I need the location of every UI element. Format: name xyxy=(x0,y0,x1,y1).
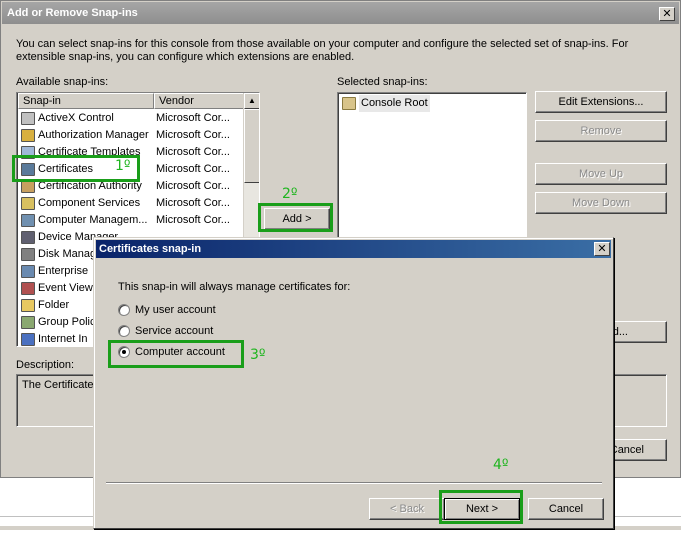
list-item[interactable]: Component Services Microsoft Cor... xyxy=(17,195,241,212)
snapin-name: Disk Manag xyxy=(38,248,97,260)
computer-management-icon xyxy=(21,214,35,227)
description-label: Description: xyxy=(16,359,75,371)
highlight-computer-account xyxy=(108,340,244,368)
window-title: Add or Remove Snap-ins xyxy=(2,2,679,24)
back-button[interactable]: < Back xyxy=(369,498,445,520)
snapin-vendor: Microsoft Cor... xyxy=(156,129,230,141)
list-item[interactable]: Computer Managem... Microsoft Cor... xyxy=(17,212,241,229)
list-item[interactable]: ActiveX Control Microsoft Cor... xyxy=(17,110,241,127)
list-item[interactable]: Authorization Manager Microsoft Cor... xyxy=(17,127,241,144)
selected-snapins-label: Selected snap-ins: xyxy=(337,76,428,88)
intro-text-line1: You can select snap-ins for this console… xyxy=(16,38,629,50)
snapin-name: Internet In xyxy=(38,333,88,345)
authorization-icon xyxy=(21,129,35,142)
column-header-vendor[interactable]: Vendor xyxy=(154,93,244,109)
snapin-vendor: Microsoft Cor... xyxy=(156,180,230,192)
selected-item-console-root[interactable]: Console Root xyxy=(338,95,524,112)
snapin-vendor: Microsoft Cor... xyxy=(156,112,230,124)
move-down-button[interactable]: Move Down xyxy=(535,192,667,214)
dialog-title: Certificates snap-in xyxy=(96,240,611,258)
dialog-prompt: This snap-in will always manage certific… xyxy=(118,281,351,293)
snapin-vendor: Microsoft Cor... xyxy=(156,163,230,175)
snapin-name: Event View xyxy=(38,282,93,294)
highlight-add-button xyxy=(258,203,333,232)
step-2-label: 2º xyxy=(282,186,298,202)
snapin-name: Component Services xyxy=(38,197,141,209)
snapin-vendor: Microsoft Cor... xyxy=(156,146,230,158)
radio-my-user-account[interactable] xyxy=(118,304,130,316)
dialog-close-icon[interactable]: ✕ xyxy=(594,242,610,256)
snapin-name: Group Polic xyxy=(38,316,96,328)
column-header-snapin[interactable]: Snap-in xyxy=(18,93,154,109)
device-manager-icon xyxy=(21,231,35,244)
list-item-label: Console Root xyxy=(359,95,430,112)
remove-button[interactable]: Remove xyxy=(535,120,667,142)
radio-service-account[interactable] xyxy=(118,325,130,337)
snapin-name: Folder xyxy=(38,299,70,311)
disk-management-icon xyxy=(21,248,35,261)
description-text: The Certificate xyxy=(22,379,94,391)
option-label-service-account[interactable]: Service account xyxy=(135,325,213,337)
snapin-name: Authorization Manager xyxy=(38,129,149,141)
enterprise-icon xyxy=(21,265,35,278)
folder-icon xyxy=(342,97,356,110)
move-up-button[interactable]: Move Up xyxy=(535,163,667,185)
snapin-name: Computer Managem... xyxy=(38,214,148,226)
step-3-label: 3º xyxy=(250,347,266,363)
scroll-thumb[interactable] xyxy=(244,109,259,183)
certificates-snapin-dialog: Certificates snap-in ✕ This snap-in will… xyxy=(93,237,614,529)
step-4-label: 4º xyxy=(493,457,509,473)
intro-text-line2: extensible snap-ins, you can configure w… xyxy=(16,51,355,63)
dialog-separator xyxy=(106,482,602,484)
available-snapins-label: Available snap-ins: xyxy=(16,76,109,88)
snapin-name: ActiveX Control xyxy=(38,112,114,124)
folder-icon xyxy=(21,299,35,312)
activex-icon xyxy=(21,112,35,125)
highlight-next-button xyxy=(439,490,523,524)
event-viewer-icon xyxy=(21,282,35,295)
internet-icon xyxy=(21,333,35,346)
snapin-vendor: Microsoft Cor... xyxy=(156,214,230,226)
step-1-label: 1º xyxy=(115,158,131,174)
component-services-icon xyxy=(21,197,35,210)
close-icon[interactable]: ✕ xyxy=(659,7,675,21)
snapin-vendor: Microsoft Cor... xyxy=(156,197,230,209)
scroll-up-icon[interactable]: ▲ xyxy=(244,93,259,109)
snapin-name: Enterprise xyxy=(38,265,89,277)
edit-extensions-button[interactable]: Edit Extensions... xyxy=(535,91,667,113)
option-label-my-user-account[interactable]: My user account xyxy=(135,304,216,316)
dialog-cancel-button[interactable]: Cancel xyxy=(528,498,604,520)
group-policy-icon xyxy=(21,316,35,329)
